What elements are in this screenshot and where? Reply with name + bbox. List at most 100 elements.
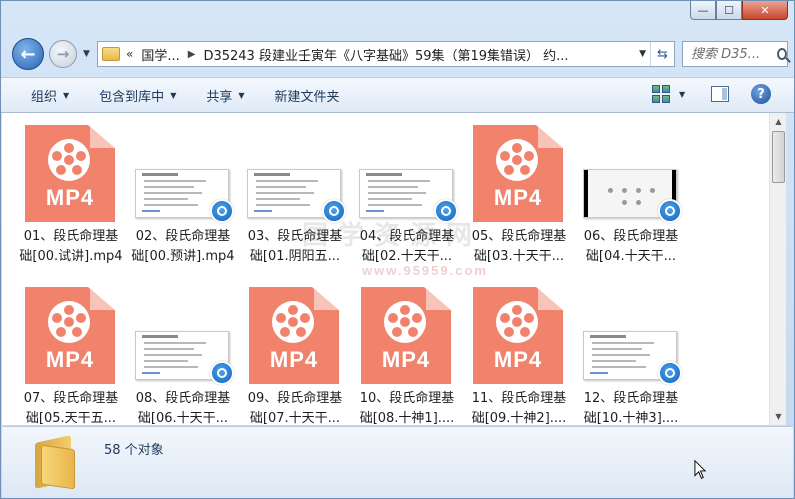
file-name-line1: 01、段氏命理基 — [23, 229, 119, 244]
scroll-thumb[interactable] — [772, 131, 785, 183]
navigation-bar: ← → ▼ « 国学... ▶ D35243 段建业壬寅年《八字基础》59集（第… — [1, 35, 795, 75]
file-item[interactable]: MP4 10、段氏命理基 础[08.十神1].... — [352, 281, 462, 425]
chevron-down-icon: ▼ — [238, 90, 245, 100]
file-name-line1: 07、段氏命理基 — [23, 391, 119, 406]
file-item[interactable]: MP4 05、段氏命理基 础[03.十天干... — [464, 119, 574, 269]
close-button[interactable]: ✕ — [742, 1, 788, 20]
file-name: 04、段氏命理基 础[02.十天干... — [352, 227, 462, 267]
breadcrumb-item[interactable]: D35243 段建业壬寅年《八字基础》59集（第19集错误） 约... — [203, 45, 568, 64]
search-input[interactable] — [691, 46, 775, 62]
new-folder-button[interactable]: 新建文件夹 — [275, 86, 340, 105]
file-name: 05、段氏命理基 础[03.十天干... — [464, 227, 574, 267]
file-name: 01、段氏命理基 础[00.试讲].mp4 — [16, 227, 126, 267]
file-thumbnail — [128, 119, 238, 225]
breadcrumb-overflow-icon[interactable]: « — [126, 47, 133, 61]
mp4-file-icon: MP4 — [25, 287, 115, 384]
file-thumbnail — [576, 281, 686, 387]
file-name-line2: 础[07.十天干... — [249, 411, 341, 425]
breadcrumb-separator-icon[interactable]: ▶ — [188, 49, 196, 60]
mp4-ext-label: MP4 — [45, 185, 95, 210]
video-player-icon — [658, 361, 682, 385]
file-thumbnail: MP4 — [16, 119, 126, 225]
mp4-file-icon: MP4 — [473, 287, 563, 384]
share-menu[interactable]: 共享 ▼ — [206, 86, 244, 105]
address-bar[interactable]: « 国学... ▶ D35243 段建业壬寅年《八字基础》59集（第19集错误）… — [97, 41, 675, 67]
include-in-library-menu[interactable]: 包含到库中 ▼ — [99, 86, 176, 105]
file-thumbnail: MP4 — [16, 281, 126, 387]
mp4-file-icon: MP4 — [473, 125, 563, 222]
file-name: 06、段氏命理基 础[04.十天干... — [576, 227, 686, 267]
include-in-library-label: 包含到库中 — [99, 89, 165, 105]
change-view-icon[interactable] — [652, 85, 670, 103]
mp4-ext-label: MP4 — [493, 185, 543, 210]
video-player-icon — [434, 199, 458, 223]
file-name-line1: 04、段氏命理基 — [359, 229, 455, 244]
minimize-button[interactable]: — — [690, 1, 716, 20]
file-name-line1: 08、段氏命理基 — [135, 391, 231, 406]
refresh-icon[interactable]: ⇆ — [650, 42, 674, 66]
file-thumbnail — [576, 119, 686, 225]
breadcrumb-item[interactable]: 国学... — [141, 45, 179, 64]
file-item[interactable]: 03、段氏命理基 础[01.阴阳五... — [240, 119, 350, 269]
file-item[interactable]: 06、段氏命理基 础[04.十天干... — [576, 119, 686, 269]
file-item[interactable]: 08、段氏命理基 础[06.十天干... — [128, 281, 238, 425]
vertical-scrollbar[interactable]: ▲ ▼ — [769, 113, 786, 425]
new-folder-label: 新建文件夹 — [274, 89, 340, 105]
view-options-dropdown-icon[interactable]: ▼ — [679, 90, 685, 99]
scroll-down-icon[interactable]: ▼ — [770, 408, 787, 425]
preview-pane-icon[interactable] — [711, 86, 729, 102]
file-item[interactable]: 04、段氏命理基 础[02.十天干... — [352, 119, 462, 269]
file-name: 03、段氏命理基 础[01.阴阳五... — [240, 227, 350, 267]
scroll-up-icon[interactable]: ▲ — [770, 113, 787, 130]
file-thumbnail: MP4 — [352, 281, 462, 387]
explorer-window: — ☐ ✕ ← → ▼ « 国学... ▶ D35243 段建业壬寅年《八字基础… — [0, 0, 795, 499]
history-dropdown-icon[interactable]: ▼ — [83, 49, 90, 59]
file-name-line1: 02、段氏命理基 — [135, 229, 231, 244]
file-item[interactable]: 12、段氏命理基 础[10.十神3].... — [576, 281, 686, 425]
file-thumbnail: MP4 — [240, 281, 350, 387]
file-name: 12、段氏命理基 础[10.十神3].... — [576, 389, 686, 425]
folder-icon — [102, 47, 120, 61]
video-player-icon — [210, 199, 234, 223]
file-item[interactable]: MP4 11、段氏命理基 础[09.十神2].... — [464, 281, 574, 425]
file-item[interactable]: MP4 01、段氏命理基 础[00.试讲].mp4 — [16, 119, 126, 269]
forward-arrow-icon[interactable]: → — [49, 40, 77, 68]
file-name-line1: 10、段氏命理基 — [359, 391, 455, 406]
file-list[interactable]: 国学资源网 www.95959.com MP4 01、段氏命理基 础[00.试讲].… — [2, 113, 769, 425]
file-item[interactable]: MP4 07、段氏命理基 础[05.天干五... — [16, 281, 126, 425]
search-box[interactable] — [682, 41, 788, 67]
back-arrow-icon[interactable]: ← — [12, 38, 44, 70]
mp4-file-icon: MP4 — [25, 125, 115, 222]
file-name-line2: 础[05.天干五... — [25, 411, 117, 425]
file-name-line1: 12、段氏命理基 — [583, 391, 679, 406]
maximize-button[interactable]: ☐ — [716, 1, 742, 20]
file-name-line1: 06、段氏命理基 — [583, 229, 679, 244]
organize-menu[interactable]: 组织 ▼ — [31, 86, 69, 105]
file-thumbnail: MP4 — [464, 281, 574, 387]
file-name-line2: 础[06.十天干... — [137, 411, 229, 425]
chevron-down-icon: ▼ — [170, 90, 177, 100]
details-pane: 58 个对象 — [2, 426, 793, 498]
file-thumbnail — [128, 281, 238, 387]
chevron-down-icon: ▼ — [63, 90, 70, 100]
file-name: 09、段氏命理基 础[07.十天干... — [240, 389, 350, 425]
mp4-ext-label: MP4 — [493, 347, 543, 372]
help-icon[interactable]: ? — [751, 84, 771, 104]
file-name-line1: 09、段氏命理基 — [247, 391, 343, 406]
file-name-line2: 础[10.十神3].... — [583, 411, 679, 425]
file-name-line2: 础[04.十天干... — [585, 249, 677, 264]
search-icon[interactable] — [777, 48, 787, 60]
file-name-line1: 05、段氏命理基 — [471, 229, 567, 244]
share-label: 共享 — [206, 89, 233, 105]
mp4-ext-label: MP4 — [45, 347, 95, 372]
folder-icon — [35, 433, 79, 490]
file-item[interactable]: MP4 09、段氏命理基 础[07.十天干... — [240, 281, 350, 425]
file-name-line1: 03、段氏命理基 — [247, 229, 343, 244]
file-name: 02、段氏命理基 础[00.预讲].mp4 — [128, 227, 238, 267]
file-thumbnail: MP4 — [464, 119, 574, 225]
file-name: 07、段氏命理基 础[05.天干五... — [16, 389, 126, 425]
file-name-line2: 础[08.十神1].... — [359, 411, 455, 425]
mp4-file-icon: MP4 — [249, 287, 339, 384]
file-item[interactable]: 02、段氏命理基 础[00.预讲].mp4 — [128, 119, 238, 269]
address-dropdown-icon[interactable]: ▼ — [639, 49, 646, 59]
